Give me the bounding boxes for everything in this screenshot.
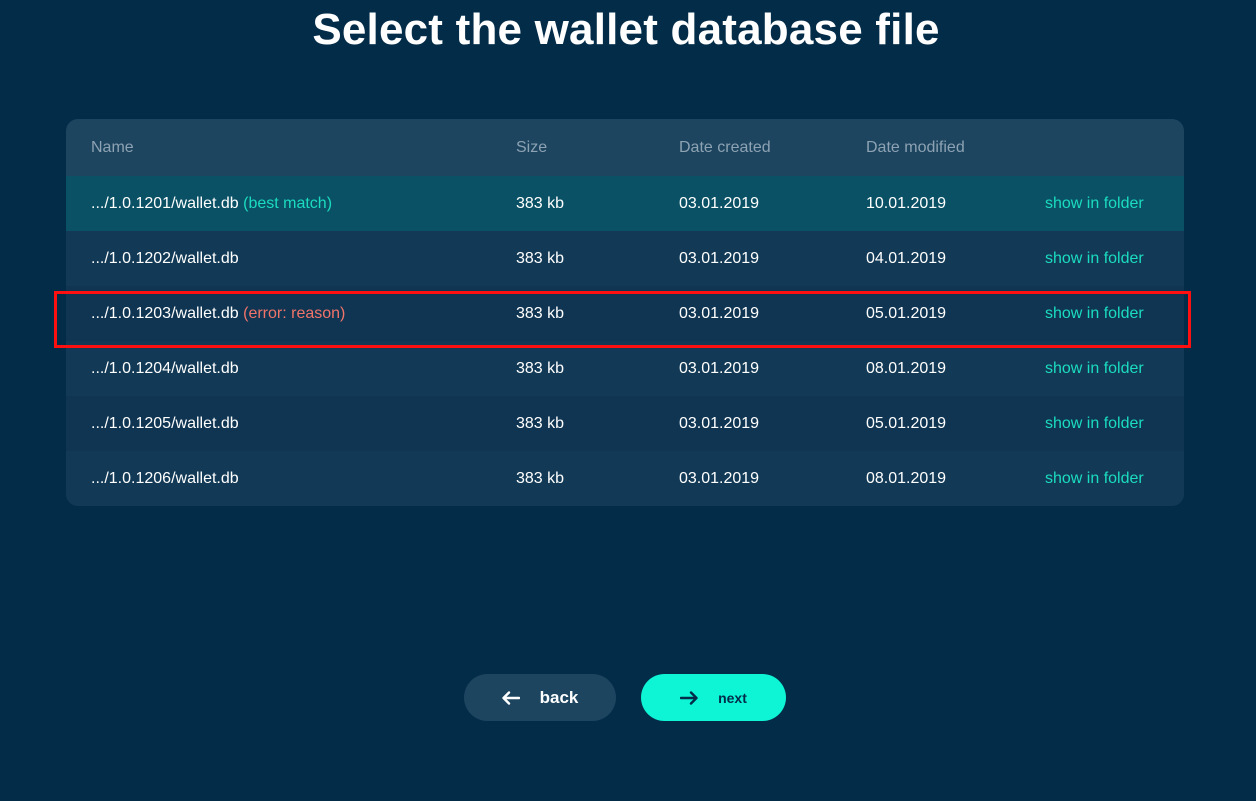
back-label: back (539, 687, 579, 707)
file-path: .../1.0.1206/wallet.db (91, 470, 239, 487)
table-row[interactable]: .../1.0.1206/wallet.db 383 kb 03.01.2019… (66, 451, 1184, 506)
date-created: 03.01.2019 (679, 305, 760, 322)
date-modified: 08.01.2019 (866, 470, 947, 487)
file-size: 383 kb (516, 195, 565, 212)
table-header: Name Size Date created Date modified (66, 119, 1184, 176)
table-row[interactable]: .../1.0.1204/wallet.db 383 kb 03.01.2019… (66, 341, 1184, 396)
file-path: .../1.0.1202/wallet.db (91, 250, 239, 267)
date-created: 03.01.2019 (679, 360, 760, 377)
date-modified: 08.01.2019 (866, 360, 947, 377)
arrow-left-icon (501, 690, 520, 705)
wallet-select-page: Select the wallet database file Name Siz… (0, 0, 1256, 801)
arrow-right-icon (680, 690, 698, 705)
show-in-folder-link[interactable]: show in folder (1045, 176, 1144, 231)
file-size: 383 kb (516, 470, 565, 487)
table-row[interactable]: .../1.0.1201/wallet.db (best match) 383 … (66, 176, 1184, 231)
table-row[interactable]: .../1.0.1203/wallet.db (error: reason) 3… (66, 286, 1184, 341)
date-modified: 05.01.2019 (866, 415, 947, 432)
date-created: 03.01.2019 (679, 195, 760, 212)
file-size: 383 kb (516, 250, 565, 267)
file-size: 383 kb (516, 360, 565, 377)
next-button[interactable]: next (641, 674, 786, 721)
date-created: 03.01.2019 (679, 250, 760, 267)
next-label: next (718, 689, 747, 706)
show-in-folder-link[interactable]: show in folder (1045, 231, 1144, 286)
show-in-folder-link[interactable]: show in folder (1045, 341, 1144, 396)
wallet-file-table: Name Size Date created Date modified ...… (66, 119, 1184, 506)
show-in-folder-link[interactable]: show in folder (1045, 451, 1144, 506)
file-path: .../1.0.1201/wallet.db (91, 195, 239, 212)
header-date-created: Date created (679, 139, 771, 156)
date-modified: 04.01.2019 (866, 250, 947, 267)
date-modified: 10.01.2019 (866, 195, 947, 212)
date-created: 03.01.2019 (679, 470, 760, 487)
show-in-folder-link[interactable]: show in folder (1045, 396, 1144, 451)
date-created: 03.01.2019 (679, 415, 760, 432)
back-button[interactable]: back (464, 674, 616, 721)
file-size: 383 kb (516, 305, 565, 322)
table-row[interactable]: .../1.0.1202/wallet.db 383 kb 03.01.2019… (66, 231, 1184, 286)
best-match-tag: (best match) (243, 195, 333, 212)
header-size: Size (516, 139, 548, 156)
page-title: Select the wallet database file (312, 5, 940, 54)
file-path: .../1.0.1203/wallet.db (91, 305, 239, 322)
file-path: .../1.0.1204/wallet.db (91, 360, 239, 377)
file-size: 383 kb (516, 415, 565, 432)
error-tag: (error: reason) (243, 305, 346, 322)
file-path: .../1.0.1205/wallet.db (91, 415, 239, 432)
date-modified: 05.01.2019 (866, 305, 947, 322)
header-date-modified: Date modified (866, 139, 965, 156)
show-in-folder-link[interactable]: show in folder (1045, 286, 1144, 341)
header-name: Name (91, 139, 134, 156)
table-row[interactable]: .../1.0.1205/wallet.db 383 kb 03.01.2019… (66, 396, 1184, 451)
